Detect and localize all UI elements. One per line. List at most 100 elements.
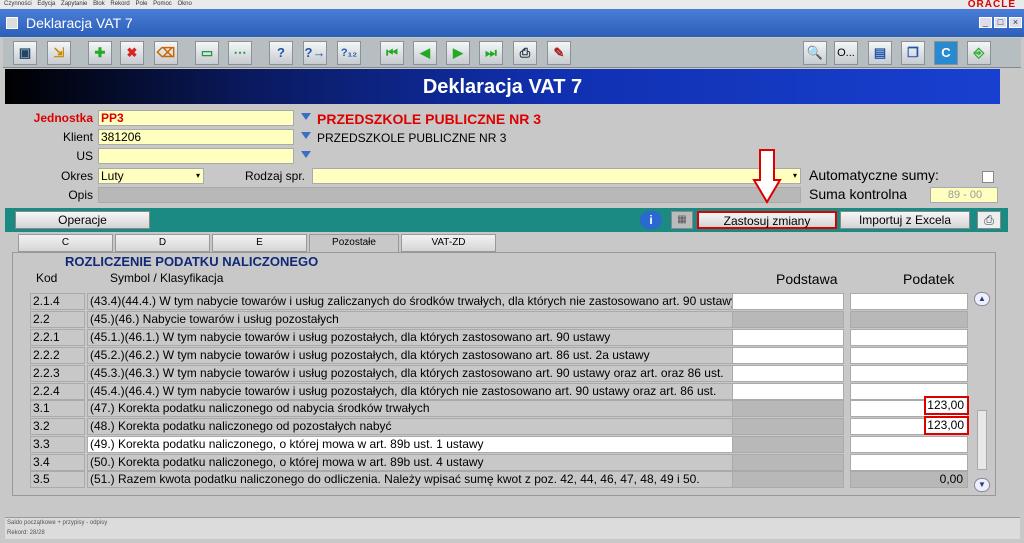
toolbar: ▣ ⇲ ✚ ✖ ⌫ ▭ ⋯ ? ?→ ?₁₂ ⏮ ◀ ▶ ⏭ ⎙ ✎ 🔍 O..… (3, 38, 1021, 68)
menu-item-zapytanie[interactable]: Zapytanie (61, 1, 87, 7)
klient-list-icon[interactable] (301, 132, 311, 139)
klient-field[interactable]: 381206 (98, 129, 294, 145)
print-icon[interactable]: ⎙ (513, 41, 537, 65)
exit-icon[interactable]: ⇲ (47, 41, 71, 65)
row-podatek-field[interactable] (850, 311, 968, 328)
jednostka-list-icon[interactable] (301, 113, 311, 120)
previous-record-icon[interactable]: ◀ (413, 41, 437, 65)
row-podstawa-field[interactable] (732, 347, 844, 364)
row-podstawa-field[interactable] (732, 311, 844, 328)
row-description: (50.) Korekta podatku naliczonego, o któ… (87, 454, 754, 471)
okres-chevron-down-icon[interactable]: ▾ (196, 169, 200, 183)
row-podatek-value[interactable]: 123,00 (924, 396, 969, 415)
next-record-icon[interactable]: ▶ (446, 41, 470, 65)
row-podstawa-field[interactable] (732, 471, 844, 488)
status-hint: Saldo początkowe + przypisy - odpisy (7, 520, 108, 526)
close-icon[interactable]: × (1009, 17, 1022, 28)
menu-item-czynnosci[interactable]: Czynności (4, 1, 32, 7)
menu-item-okno[interactable]: Okno (177, 1, 191, 7)
next-help-icon[interactable]: ?→ (303, 41, 327, 65)
row-podatek-field[interactable] (850, 454, 968, 471)
rodzaj-select[interactable]: ▾ (312, 168, 801, 184)
scroll-down-icon[interactable]: ▼ (974, 478, 990, 492)
first-record-icon[interactable]: ⏮ (380, 41, 404, 65)
importuj-excel-button[interactable]: Importuj z Excela (840, 211, 970, 229)
tab-d[interactable]: D (115, 234, 210, 252)
col-kod-header: Kod (36, 271, 58, 285)
row-code: 2.2.2 (30, 347, 85, 364)
exit-door-icon[interactable]: ⎆ (967, 41, 991, 65)
row-description: (47.) Korekta podatku naliczonego od nab… (87, 400, 754, 417)
row-podstawa-field[interactable] (732, 400, 844, 417)
windows-icon[interactable]: ❐ (901, 41, 925, 65)
printer-icon[interactable]: ⎙ (977, 211, 1001, 229)
scroll-thumb[interactable] (977, 410, 987, 470)
row-podstawa-field[interactable] (732, 436, 844, 453)
vertical-scrollbar[interactable]: ▲ ▼ (974, 292, 990, 492)
row-podatek-field[interactable] (850, 347, 968, 364)
minimize-icon[interactable]: _ (979, 17, 992, 28)
jednostka-field[interactable]: PP3 (98, 110, 294, 126)
calc-icon[interactable]: C (934, 41, 958, 65)
row-podatek-field[interactable]: 0,00 (850, 471, 968, 488)
menu-item-blok[interactable]: Blok (93, 1, 105, 7)
row-podatek-field[interactable] (850, 436, 968, 453)
execute-query-icon[interactable]: ▭ (195, 41, 219, 65)
scroll-up-icon[interactable]: ▲ (974, 292, 990, 306)
save-icon[interactable]: ▣ (13, 41, 37, 65)
o-button[interactable]: O... (834, 41, 858, 65)
section-title: ROZLICZENIE PODATKU NALICZONEGO (65, 254, 319, 269)
row-podatek-value[interactable]: 123,00 (924, 416, 969, 435)
tab-pozostale[interactable]: Pozostałe (309, 234, 399, 252)
us-list-icon[interactable] (301, 151, 311, 158)
row-code: 2.2.4 (30, 383, 85, 400)
header-form: Jednostka PP3 PRZEDSZKOLE PUBLICZNE NR 3… (5, 104, 1008, 204)
row-podstawa-field[interactable] (732, 293, 844, 310)
operacje-button[interactable]: Operacje (15, 211, 150, 229)
opis-field[interactable] (98, 187, 801, 203)
row-podatek-field[interactable] (850, 293, 968, 310)
help-query-icon[interactable]: ? (269, 41, 293, 65)
menu-bar: Czynności Edycja Zapytanie Blok Rekord P… (0, 0, 1024, 9)
jednostka-name: PRZEDSZKOLE PUBLICZNE NR 3 (317, 111, 542, 127)
menu-item-pole[interactable]: Pole (135, 1, 147, 7)
tab-c[interactable]: C (18, 234, 113, 252)
okres-select[interactable]: Luty ▾ (98, 168, 204, 184)
zastosuj-zmiany-button[interactable]: Zastosuj zmiany (697, 211, 837, 229)
menu-item-edycja[interactable]: Edycja (37, 1, 55, 7)
menu-item-rekord[interactable]: Rekord (110, 1, 129, 7)
tab-e[interactable]: E (212, 234, 307, 252)
col-podstawa-header: Podstawa (776, 271, 838, 287)
row-podatek-field[interactable] (850, 329, 968, 346)
status-bar: Saldo początkowe + przypisy - odpisy Rek… (5, 517, 1020, 539)
row-podatek-field[interactable] (850, 365, 968, 382)
row-podstawa-field[interactable] (732, 329, 844, 346)
row-description: (45.4.)(46.4.) W tym nabycie towarów i u… (87, 383, 754, 400)
maximize-icon[interactable]: □ (994, 17, 1007, 28)
save-file-icon[interactable]: ▤ (868, 41, 892, 65)
calculator-icon[interactable]: ▦ (671, 211, 693, 229)
form-banner: Deklaracja VAT 7 (5, 69, 1000, 104)
preview-icon[interactable]: 🔍 (803, 41, 827, 65)
row-podstawa-field[interactable] (732, 383, 844, 400)
insert-record-icon[interactable]: ✚ (88, 41, 112, 65)
last-record-icon[interactable]: ⏭ (479, 41, 503, 65)
action-bar: Operacje i ▦ Zastosuj zmiany Importuj z … (5, 208, 1008, 232)
rodzaj-chevron-down-icon[interactable]: ▾ (793, 169, 797, 183)
us-label: US (76, 149, 93, 163)
clear-record-icon[interactable]: ⌫ (154, 41, 178, 65)
info-icon[interactable]: i (640, 211, 662, 229)
us-field[interactable] (98, 148, 294, 164)
row-description: (51.) Razem kwota podatku naliczonego do… (87, 471, 754, 488)
edit-icon[interactable]: ✎ (547, 41, 571, 65)
row-podstawa-field[interactable] (732, 365, 844, 382)
menu-item-pomoc[interactable]: Pomoc (153, 1, 172, 7)
delete-record-icon[interactable]: ✖ (120, 41, 144, 65)
cancel-query-icon[interactable]: ⋯ (228, 41, 252, 65)
auto-sum-checkbox[interactable] (982, 171, 994, 183)
klient-name: PRZEDSZKOLE PUBLICZNE NR 3 (317, 131, 507, 145)
count-query-icon[interactable]: ?₁₂ (337, 41, 361, 65)
row-podstawa-field[interactable] (732, 454, 844, 471)
row-podstawa-field[interactable] (732, 418, 844, 435)
tab-vat-zd[interactable]: VAT-ZD (401, 234, 496, 252)
